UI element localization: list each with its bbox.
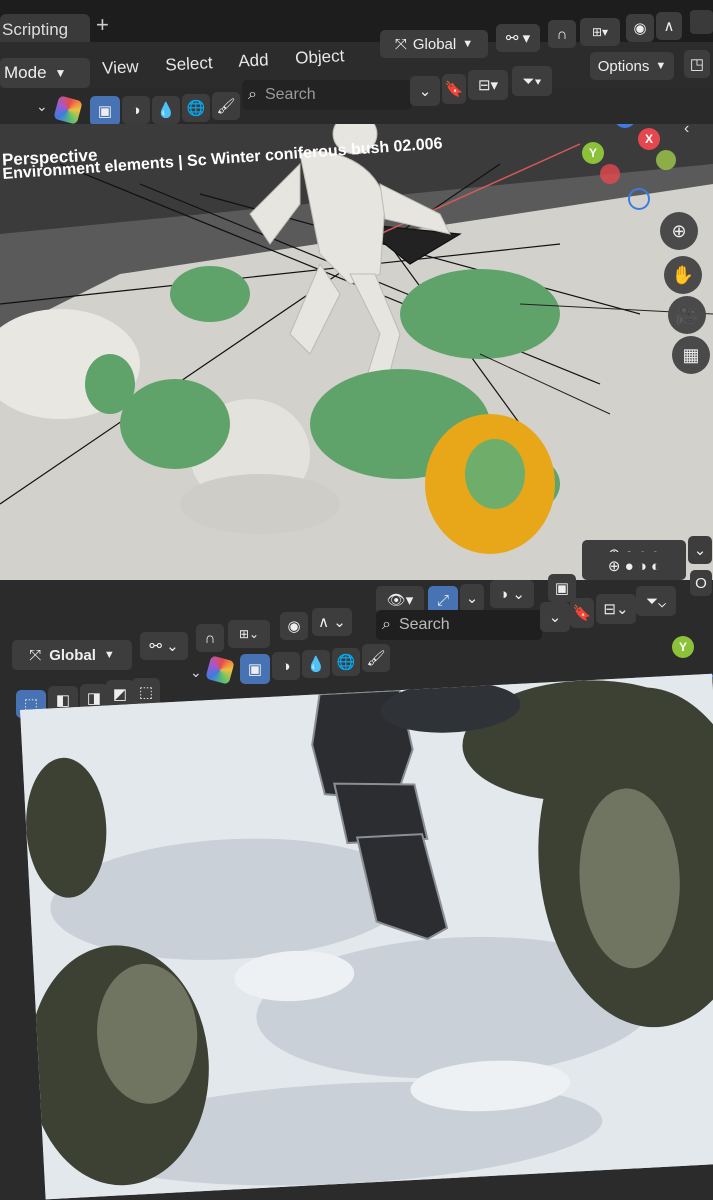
snap-target-dropdown[interactable]: ⊞▾ (580, 18, 620, 46)
menu-select[interactable]: Select (165, 53, 213, 74)
brush-icon[interactable]: 🖌 (362, 644, 390, 672)
outliner-filter-icon[interactable]: ⊟▾ (468, 70, 508, 100)
options-dropdown[interactable]: Options ▼ (590, 52, 674, 80)
shading-dropdown[interactable]: ⌄ (688, 536, 712, 564)
transform-orientation-dropdown-2[interactable]: ⤧ Global ▼ (12, 640, 132, 670)
tab-scripting[interactable]: Scripting (0, 14, 90, 44)
outliner-filter-icon[interactable]: ⊟⌄ (596, 594, 636, 624)
chevron-down-icon: ▼ (54, 66, 67, 80)
filter-dropdown[interactable]: ⌄ (410, 76, 440, 106)
render-preview[interactable] (20, 673, 713, 1200)
select-box-icon[interactable]: ▣ (90, 96, 120, 126)
search-placeholder-2: Search (398, 616, 450, 633)
mode-label: Mode (4, 63, 47, 82)
hand-pan-icon[interactable]: ✋ (664, 256, 702, 294)
shading-dropdown-2[interactable]: O (690, 570, 712, 596)
render-scene (20, 673, 713, 1200)
menu-view[interactable]: View (102, 57, 139, 78)
bottom-editor-window: 👁▾ ⤢ ⌄ ◑ ⌄ ▣ ⊕ ● ◑ ◐ O ⤧ Global ▼ ⚯ ⌄ ∩ … (0, 552, 713, 1200)
proportional-editing-toggle-2[interactable]: ◉ (280, 612, 308, 640)
gizmo-x-axis[interactable]: X (638, 128, 660, 150)
gizmo-neg-z[interactable] (628, 188, 650, 210)
brush-icon[interactable]: 🖌 (212, 92, 240, 120)
color-cube-icon[interactable] (205, 655, 235, 685)
filter-dropdown-2[interactable]: ⌄ (540, 602, 570, 632)
search-input[interactable]: ⌕ Search (242, 80, 412, 110)
world-icon[interactable]: 🌐 (332, 648, 360, 676)
transform-orientation-label-2: Global (49, 646, 96, 664)
solid-shading-icon[interactable]: ◑ (122, 96, 150, 124)
funnel-icon[interactable]: ⏷▾ (512, 66, 552, 96)
top-editor-window: Scripting + Mode ▼ View Select Add Objec… (0, 0, 713, 640)
snap-toggle-2[interactable]: ∩ (196, 624, 224, 652)
search-icon: ⌕ (382, 616, 391, 633)
add-workspace-button[interactable]: + (96, 12, 109, 38)
world-icon[interactable]: 🌐 (182, 94, 210, 122)
right-edge-icon (690, 10, 713, 34)
search-input-2[interactable]: ⌕ Search (376, 610, 542, 640)
gizmo-y-axis[interactable]: Y (582, 142, 604, 164)
mode-dropdown[interactable]: Mode ▼ (0, 58, 90, 88)
chevron-left-icon[interactable]: ‹ (684, 124, 689, 138)
gizmo-y-axis-2[interactable]: Y (672, 636, 694, 658)
snap-target-dropdown-2[interactable]: ⊞⌄ (228, 620, 270, 648)
chevron-down-icon[interactable]: ⌄ (36, 98, 48, 115)
overlay-toggle[interactable]: ◑ ⌄ (490, 580, 534, 608)
material-icon[interactable]: 💧 (302, 650, 330, 678)
shading-group[interactable]: ⊕ ● ◑ ◐ (582, 552, 686, 580)
select-box-icon[interactable]: ▣ (240, 654, 270, 684)
zoom-icon[interactable]: ⊕ (660, 212, 698, 250)
pivot-point-dropdown[interactable]: ⚯ ▾ (496, 24, 540, 52)
transform-orientation-dropdown[interactable]: ⤧ Global ▼ (380, 30, 488, 58)
chevron-down-icon: ▼ (103, 649, 115, 661)
menu-add[interactable]: Add (238, 50, 269, 71)
orientation-icon: ⤧ (394, 35, 407, 53)
solid-shading-icon[interactable]: ◑ (272, 652, 300, 680)
falloff-dropdown-2[interactable]: ∧ ⌄ (312, 608, 352, 636)
snap-toggle[interactable]: ∩ (548, 20, 576, 48)
chevron-down-icon[interactable]: ⌄ (190, 664, 202, 681)
menu-object[interactable]: Object (295, 46, 345, 68)
falloff-dropdown[interactable]: ∧ (656, 12, 682, 40)
chevron-down-icon: ▼ (655, 60, 667, 72)
options-label: Options (597, 57, 650, 75)
gizmo-neg-y[interactable] (656, 150, 676, 170)
material-icon[interactable]: 💧 (152, 96, 180, 124)
select-intersect-icon[interactable]: ⬚ (132, 678, 160, 706)
camera-view-icon[interactable]: 🎥 (668, 296, 706, 334)
proportional-editing-toggle[interactable]: ◉ (626, 14, 654, 42)
gizmo-neg-x[interactable] (600, 164, 620, 184)
chevron-down-icon: ▼ (462, 38, 474, 50)
options-right-icon[interactable]: ◳ (684, 50, 710, 78)
orientation-icon: ⤧ (29, 646, 42, 664)
gizmo-dropdown[interactable]: ⌄ (460, 584, 484, 612)
transform-orientation-label: Global (412, 35, 457, 53)
funnel-icon[interactable]: ⏷⌄ (636, 586, 676, 616)
search-icon: ⌕ (248, 86, 257, 103)
bookmark-icon[interactable]: 🔖 (570, 598, 594, 628)
bookmark-icon[interactable]: 🔖 (442, 74, 466, 104)
search-placeholder: Search (264, 86, 316, 103)
tab-scripting-label: Scripting (2, 20, 69, 39)
grid-ortho-icon[interactable]: ▦ (672, 336, 710, 374)
pivot-dropdown-2[interactable]: ⚯ ⌄ (140, 632, 188, 660)
